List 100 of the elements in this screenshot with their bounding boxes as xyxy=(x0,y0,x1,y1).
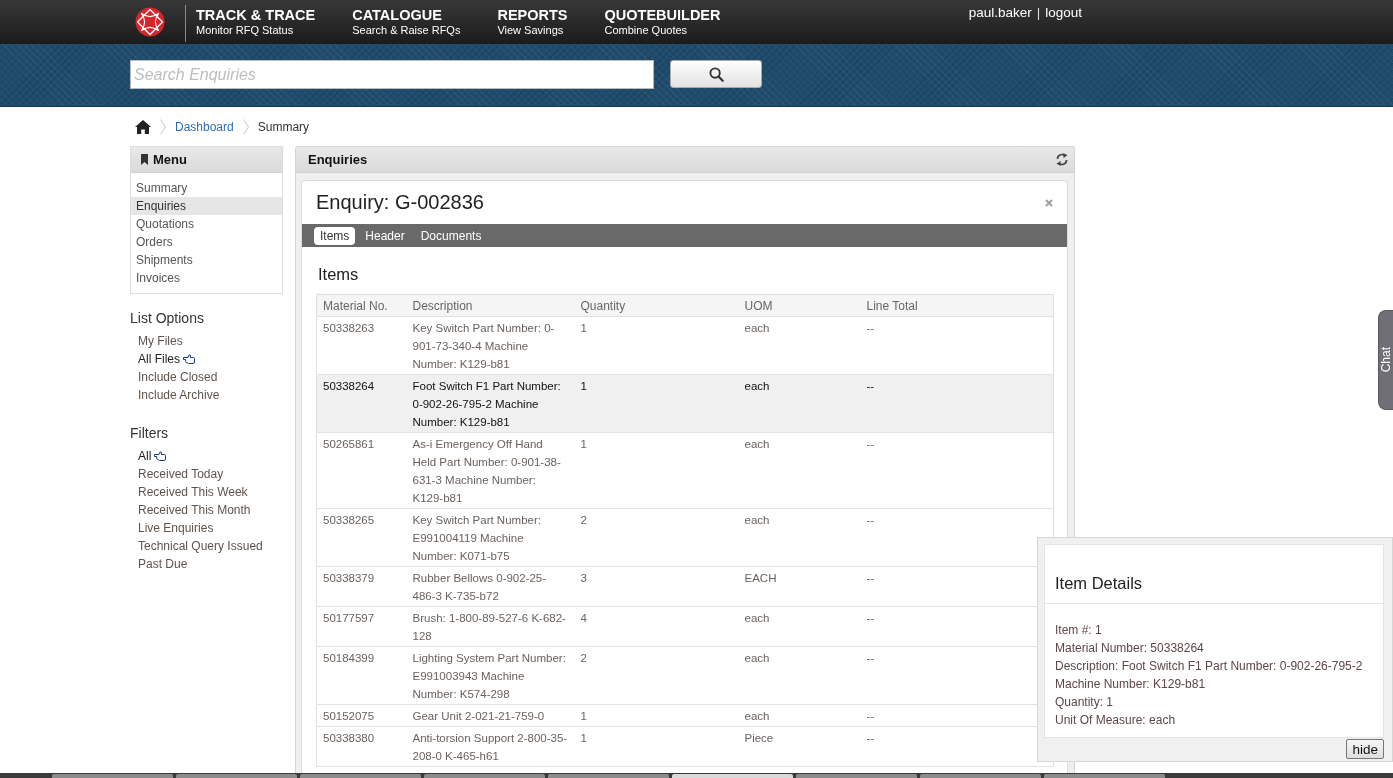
details-title: Item Details xyxy=(1054,573,1144,593)
table-cell: each xyxy=(738,606,861,647)
table-cell: 1 xyxy=(574,726,739,767)
table-cell: 50338265 xyxy=(316,508,407,567)
table-cell: -- xyxy=(860,726,1054,767)
detail-text: Item #: 1 xyxy=(1055,622,1103,639)
search-field[interactable]: Search Enquiries xyxy=(130,60,654,89)
table-cell: Anti-torsion Support 2-800-35-208-0 K-465-h61 xyxy=(406,726,575,767)
option-link[interactable]: Include Archive xyxy=(138,386,220,404)
nav-link[interactable]: QUOTEBUILDER Combine Quotes xyxy=(604,0,721,44)
option-link[interactable]: Past Due xyxy=(138,555,188,573)
refresh-icon[interactable] xyxy=(1056,153,1068,166)
table-cell: 1 xyxy=(574,316,739,375)
logo-icon[interactable] xyxy=(135,7,165,37)
column-header: UOM xyxy=(738,294,861,317)
username-link[interactable]: paul.baker xyxy=(968,5,1032,21)
bookmark-icon xyxy=(141,154,148,165)
option-link[interactable]: Include Closed xyxy=(138,368,218,386)
pointing-hand-icon xyxy=(154,451,167,461)
table-cell: each xyxy=(738,432,861,509)
nav-link[interactable]: CATALOGUE Search & Raise RFQs xyxy=(352,0,461,44)
search-icon xyxy=(708,66,724,82)
table-cell: Rubber Bellows 0-902-25-486-3 K-735-b72 xyxy=(406,566,575,607)
taskbar-tab[interactable] xyxy=(424,774,545,778)
search-button[interactable] xyxy=(670,60,762,88)
close-icon[interactable] xyxy=(1045,198,1053,207)
panel-title: Menu xyxy=(153,152,187,167)
menu-item[interactable]: Summary xyxy=(131,179,282,197)
option-link[interactable]: Received This Month xyxy=(138,501,251,519)
table-cell: Gear Unit 2-021-21-759-0 xyxy=(406,704,575,727)
option-link[interactable]: Received Today xyxy=(138,465,224,483)
taskbar-tab[interactable] xyxy=(1044,774,1165,778)
nav-link[interactable]: REPORTS View Savings xyxy=(497,0,568,44)
table-cell: -- xyxy=(860,316,1054,375)
taskbar-tab[interactable] xyxy=(796,774,917,778)
option-link[interactable]: All Files xyxy=(138,350,180,368)
taskbar-tab[interactable] xyxy=(300,774,421,778)
table-cell: -- xyxy=(860,704,1054,727)
table-row[interactable]: 50338263 Key Switch Part Number: 0-901-73-340-4 Machine Number: K129-b81 1 each -- xyxy=(316,316,1054,375)
section-title: Items xyxy=(318,264,360,284)
column-header: Line Total xyxy=(860,294,1054,317)
home-icon[interactable] xyxy=(135,120,151,134)
column-header: Material No. xyxy=(316,294,407,317)
menu-item[interactable]: Shipments xyxy=(131,251,282,269)
table-cell: EACH xyxy=(738,566,861,607)
table-cell: Key Switch Part Number: 0-901-73-340-4 Machine Number: K129-b81 xyxy=(406,316,575,375)
menu-item[interactable]: Quotations xyxy=(131,215,282,233)
hide-button[interactable]: hide xyxy=(1346,739,1384,759)
table-cell: -- xyxy=(860,566,1054,607)
detail-text: Machine Number: K129-b81 xyxy=(1055,676,1207,693)
pointing-hand-icon xyxy=(183,354,195,364)
option-link[interactable]: My Files xyxy=(138,332,183,350)
table-cell: 50338380 xyxy=(316,726,407,767)
tab[interactable]: Items xyxy=(314,226,356,245)
chat-tab[interactable]: Chat xyxy=(1378,310,1393,410)
table-cell: Foot Switch F1 Part Number: 0-902-26-795-2 Machine Number: K129-b81 xyxy=(406,374,575,433)
table-cell: 50184399 xyxy=(316,646,407,705)
detail-text: Quantity: 1 xyxy=(1055,694,1115,711)
table-cell: 50152075 xyxy=(316,704,407,727)
table-cell: 50338263 xyxy=(316,316,407,375)
table-cell: 2 xyxy=(574,646,739,705)
table-cell: each xyxy=(738,316,861,375)
breadcrumb-link[interactable]: Dashboard xyxy=(175,120,234,134)
menu-item[interactable]: Invoices xyxy=(131,269,282,287)
table-cell: 50265861 xyxy=(316,432,407,509)
taskbar-tab[interactable] xyxy=(672,774,793,778)
table-row[interactable]: 50338264 Foot Switch F1 Part Number: 0-902-26-795-2 Machine Number: K129-b81 1 each -- xyxy=(316,374,1054,433)
logout-link[interactable]: logout xyxy=(1045,5,1082,21)
tab[interactable]: Header xyxy=(359,226,411,245)
table-cell: 50177597 xyxy=(316,606,407,647)
taskbar-tab[interactable] xyxy=(548,774,669,778)
nav-link[interactable]: TRACK & TRACE Monitor RFQ Status xyxy=(196,0,316,44)
taskbar-tab[interactable] xyxy=(920,774,1041,778)
menu-item[interactable]: Orders xyxy=(131,233,282,251)
panel-title: Enquiries xyxy=(308,152,368,167)
table-cell: -- xyxy=(860,606,1054,647)
taskbar-tab[interactable] xyxy=(176,774,297,778)
breadcrumb-current: Summary xyxy=(257,120,310,134)
option-link[interactable]: Technical Query Issued xyxy=(138,537,263,555)
column-header: Quantity xyxy=(574,294,739,317)
detail-text: Unit Of Measure: each xyxy=(1055,712,1177,729)
table-cell: 3 xyxy=(574,566,739,607)
table-cell: 1 xyxy=(574,704,739,727)
menu-item[interactable]: Enquiries xyxy=(131,197,282,215)
taskbar-tab[interactable] xyxy=(52,774,173,778)
table-cell: -- xyxy=(860,508,1054,567)
section-heading: Filters xyxy=(130,424,170,443)
section-heading: List Options xyxy=(130,309,205,328)
option-link[interactable]: Received This Week xyxy=(138,483,248,501)
tab[interactable]: Documents xyxy=(414,226,488,245)
table-cell: -- xyxy=(860,374,1054,433)
detail-text: Description: Foot Switch F1 Part Number: 0-902-26-795-2 xyxy=(1055,658,1364,675)
table-cell: 4 xyxy=(574,606,739,647)
option-link[interactable]: Live Enquiries xyxy=(138,519,214,537)
table-cell: 2 xyxy=(574,508,739,567)
chevron-icon xyxy=(242,119,249,135)
table-cell: -- xyxy=(860,432,1054,509)
table-cell: each xyxy=(738,508,861,567)
option-link[interactable]: All xyxy=(138,447,152,465)
table-row[interactable]: 50265861 As-i Emergency Off Hand Held Part Number: 0-901-38-631-3 Machine Number: K129-b81 1 each -- xyxy=(316,432,1054,509)
